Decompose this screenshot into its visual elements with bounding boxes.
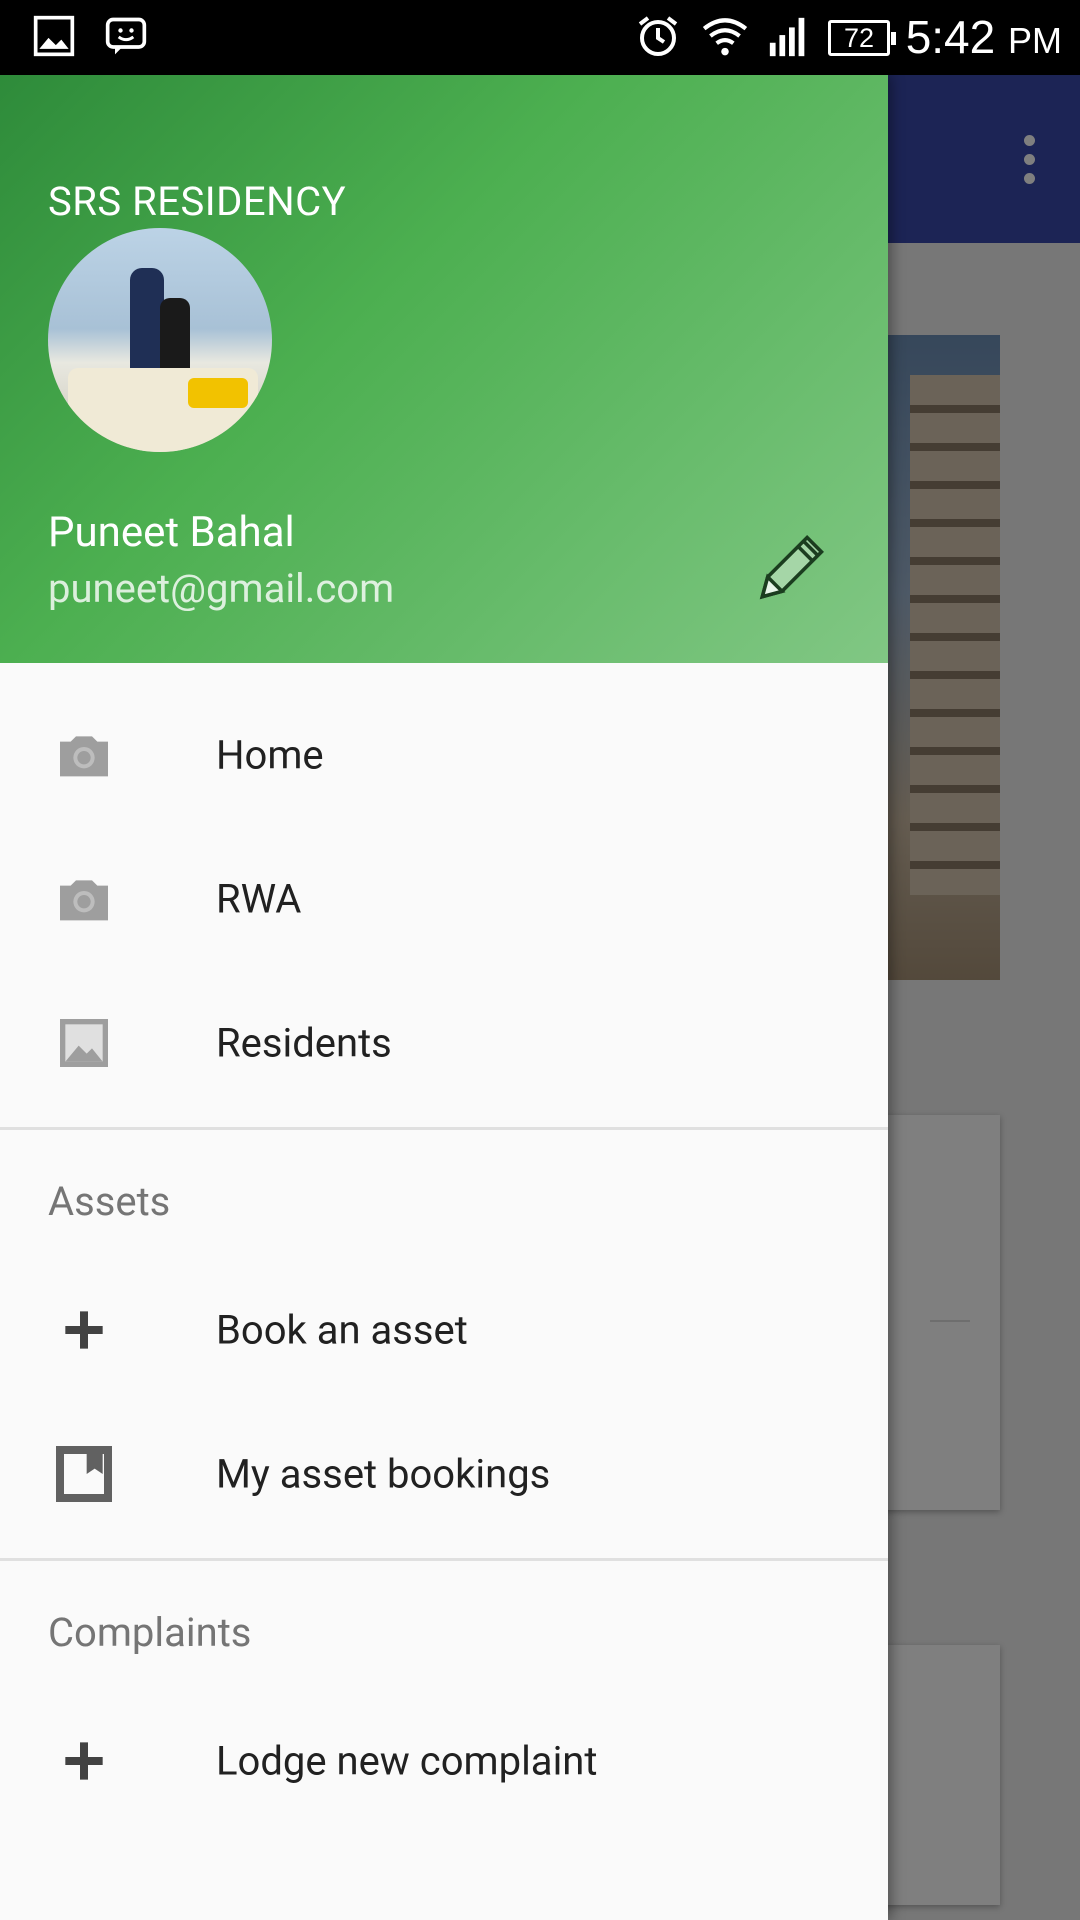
gallery-notification-icon <box>33 15 75 57</box>
bookmark-icon <box>56 1446 112 1502</box>
menu-item-home[interactable]: Home <box>0 683 888 827</box>
menu-item-rwa[interactable]: RWA <box>0 827 888 971</box>
section-header-assets: Assets <box>0 1130 888 1258</box>
menu-item-label: RWA <box>216 875 302 923</box>
wifi-icon <box>702 18 748 56</box>
camera-icon <box>60 880 108 921</box>
signal-icon <box>769 17 805 57</box>
clock-ampm: PM <box>1008 20 1062 61</box>
plus-icon <box>65 1742 103 1780</box>
navigation-drawer: SRS RESIDENCY Puneet Bahal puneet@gmail.… <box>0 75 888 1920</box>
section-title: Complaints <box>48 1609 252 1656</box>
user-name: Puneet Bahal <box>48 508 295 557</box>
drawer-menu: Home RWA Residents Assets Book an asset … <box>0 663 888 1833</box>
menu-item-label: Book an asset <box>216 1306 468 1354</box>
menu-item-label: My asset bookings <box>216 1450 551 1498</box>
clock: 5:42 PM <box>906 10 1062 64</box>
menu-item-label: Lodge new complaint <box>216 1737 598 1785</box>
drawer-header: SRS RESIDENCY Puneet Bahal puneet@gmail.… <box>0 75 888 663</box>
message-notification-icon <box>105 17 147 55</box>
avatar[interactable] <box>48 228 272 452</box>
section-title: Assets <box>48 1178 171 1225</box>
section-header-complaints: Complaints <box>0 1561 888 1689</box>
camera-icon <box>60 736 108 777</box>
clock-time: 5:42 <box>905 11 996 63</box>
menu-item-book-asset[interactable]: Book an asset <box>0 1258 888 1402</box>
menu-item-lodge-complaint[interactable]: Lodge new complaint <box>0 1689 888 1833</box>
menu-item-residents[interactable]: Residents <box>0 971 888 1115</box>
battery-indicator: 72 <box>828 20 896 56</box>
menu-item-label: Home <box>216 731 324 779</box>
menu-item-my-asset-bookings[interactable]: My asset bookings <box>0 1402 888 1546</box>
status-bar: 72 5:42 PM <box>0 0 1080 75</box>
user-email: puneet@gmail.com <box>48 565 395 612</box>
menu-item-label: Residents <box>216 1019 392 1067</box>
society-name: SRS RESIDENCY <box>48 178 347 225</box>
edit-pencil-icon[interactable] <box>748 525 834 611</box>
image-icon <box>60 1019 108 1067</box>
alarm-icon <box>638 16 678 56</box>
plus-icon <box>65 1311 103 1349</box>
